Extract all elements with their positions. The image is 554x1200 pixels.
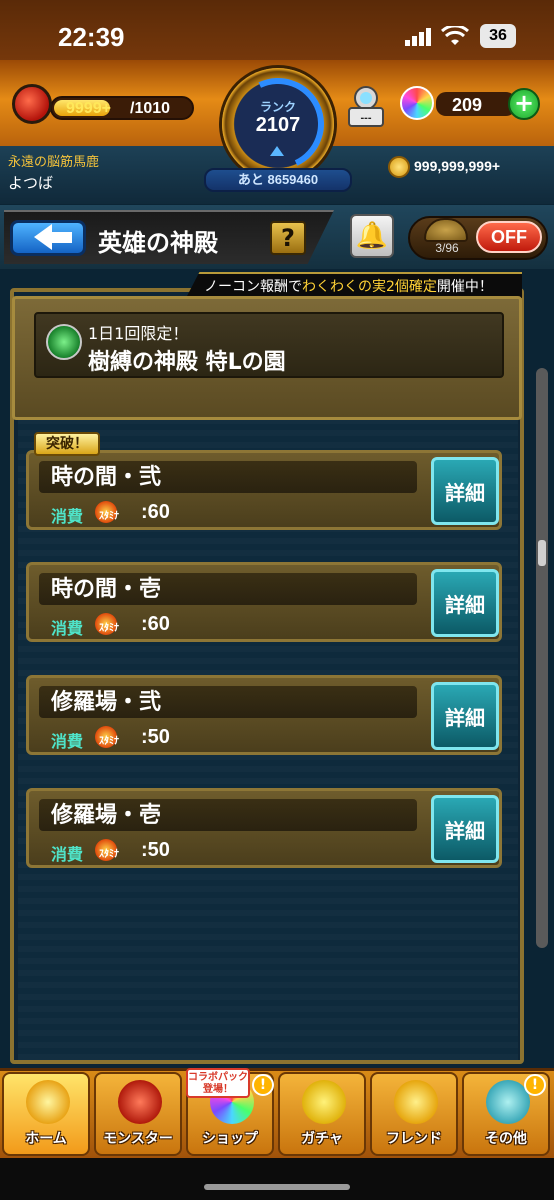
add-orb-button[interactable]: +	[508, 88, 540, 120]
page-title: 英雄の神殿	[98, 229, 218, 257]
auto-play-toggle[interactable]: OFF	[476, 221, 542, 253]
monster-icon	[118, 1080, 162, 1124]
tab-label: ホーム	[25, 1131, 67, 1147]
auto-play-count: 3/96	[435, 241, 459, 255]
detail-label: 詳細	[445, 819, 485, 843]
tab-gacha[interactable]: ガチャ	[278, 1072, 366, 1156]
machine-value: ---	[361, 112, 372, 124]
quest-name: 時の間・弐	[51, 465, 162, 490]
quest-row[interactable]: 修羅場・壱 消費 ｽﾀﾐﾅ :50 詳細	[26, 788, 502, 868]
energy-machine-icon[interactable]: ---	[346, 84, 386, 128]
orb-icon	[400, 86, 434, 120]
stamina-label: ｽﾀﾐﾅ	[99, 736, 119, 747]
cost-label: 消費	[51, 507, 84, 526]
friend-icon	[394, 1080, 438, 1124]
cost-label: 消費	[51, 845, 84, 864]
coin-icon	[388, 156, 410, 178]
detail-label: 詳細	[445, 593, 485, 617]
tab-label: その他	[485, 1131, 527, 1147]
tab-friend[interactable]: フレンド	[370, 1072, 458, 1156]
wood-element-icon	[46, 324, 82, 360]
tab-home[interactable]: ホーム	[2, 1072, 90, 1156]
gacha-icon	[302, 1080, 346, 1124]
orb-count: 209	[452, 95, 483, 115]
stamina-cost: :60	[141, 613, 170, 635]
tab-label: モンスター	[103, 1131, 173, 1147]
detail-label: 詳細	[445, 706, 485, 730]
rank-up-icon	[270, 146, 284, 156]
back-arrow-stem	[50, 232, 72, 243]
coin-count: 999,999,999+	[414, 158, 501, 174]
cellular-signal-icon	[405, 28, 431, 46]
stamina-label: ｽﾀﾐﾅ	[99, 849, 119, 860]
scrollbar-thumb[interactable]	[538, 540, 546, 566]
shop-notification-badge: !	[252, 1074, 274, 1096]
stamina-icon	[12, 84, 52, 124]
scrollbar[interactable]	[536, 368, 548, 948]
quest-row[interactable]: 修羅場・弐 消費 ｽﾀﾐﾅ :50 詳細	[26, 675, 502, 755]
other-notification-badge: !	[524, 1074, 546, 1096]
tab-label: フレンド	[386, 1131, 442, 1147]
player-name: よつば	[8, 174, 54, 192]
bell-icon[interactable]: 🔔	[350, 214, 394, 258]
cost-label: 消費	[51, 619, 84, 638]
rank-next-exp: あと 8659460	[204, 168, 352, 192]
tab-label: ガチャ	[301, 1131, 343, 1147]
home-icon	[26, 1080, 70, 1124]
stamina-current: 9999+	[66, 100, 111, 117]
home-indicator[interactable]	[204, 1184, 350, 1190]
stamina-label: ｽﾀﾐﾅ	[99, 623, 119, 634]
stamina-label: ｽﾀﾐﾅ	[99, 511, 119, 522]
quest-row[interactable]: 時の間・弐 消費 ｽﾀﾐﾅ :60 詳細	[26, 450, 502, 530]
clock: 22:39	[58, 22, 125, 52]
player-title: 永遠の脳筋馬鹿	[8, 155, 100, 170]
rank-value: 2107	[255, 114, 301, 136]
break-badge: 突破！	[34, 432, 100, 456]
stamina-cost: :50	[141, 839, 170, 861]
collab-pack-badge: コラボパック登場！	[186, 1068, 250, 1098]
home-indicator-area	[0, 1158, 554, 1200]
quest-name: 修羅場・弐	[51, 690, 162, 715]
quest-name: 修羅場・壱	[51, 803, 162, 828]
stamina-max: /1010	[130, 100, 171, 117]
stamina-cost: :60	[141, 501, 170, 523]
cost-label: 消費	[51, 732, 84, 751]
tab-monster[interactable]: モンスター	[94, 1072, 182, 1156]
rank-label: ランク	[259, 100, 296, 114]
event-subtitle: 1日1回限定！	[88, 324, 189, 343]
detail-label: 詳細	[445, 481, 485, 505]
event-title: 樹縛の神殿 特Lの園	[88, 350, 286, 375]
stamina-cost: :50	[141, 726, 170, 748]
tab-label: ショップ	[202, 1131, 258, 1147]
help-button[interactable]: ?	[270, 221, 306, 255]
quest-row[interactable]: 時の間・壱 消費 ｽﾀﾐﾅ :60 詳細	[26, 562, 502, 642]
notice-text: ノーコン報酬でわくわくの実2個確定開催中！	[204, 279, 493, 295]
wifi-icon	[441, 26, 469, 45]
quest-name: 時の間・壱	[51, 577, 162, 602]
battery-icon: 36	[480, 24, 516, 48]
